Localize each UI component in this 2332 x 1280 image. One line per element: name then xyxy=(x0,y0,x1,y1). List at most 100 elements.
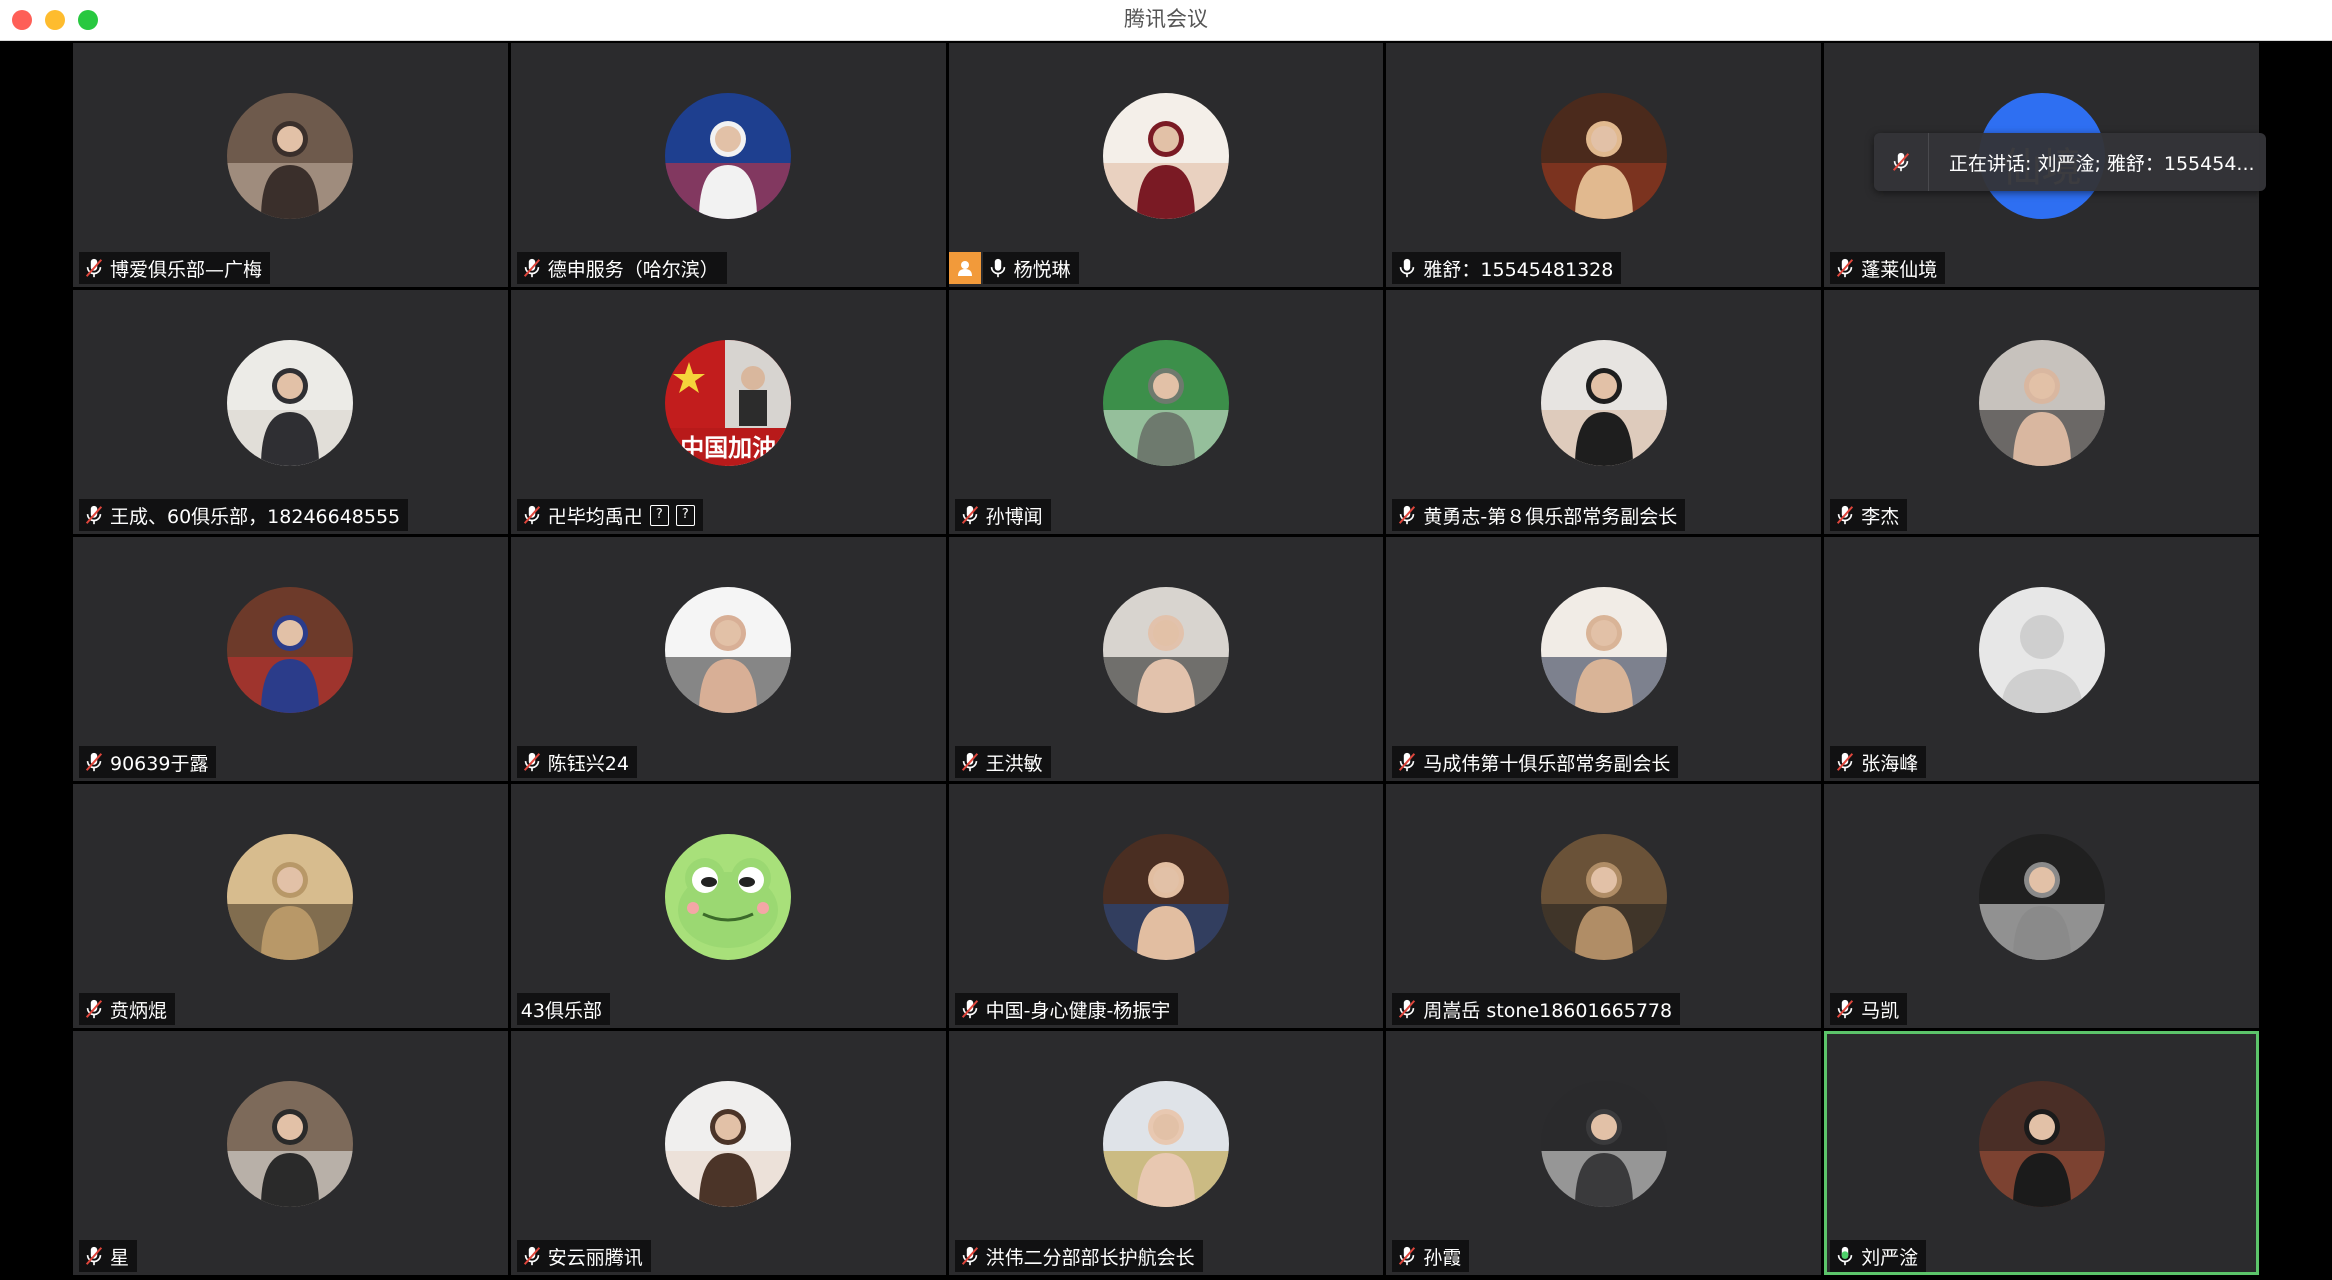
participant-tile[interactable]: 中国加油卍毕均禹卍?? xyxy=(510,290,946,534)
participant-label: 洪伟二分部部长护航会长 xyxy=(954,1240,1203,1272)
participant-avatar xyxy=(1102,834,1229,960)
participant-avatar xyxy=(227,587,354,713)
participant-avatar xyxy=(665,93,792,219)
participant-avatar xyxy=(227,834,354,960)
participant-avatar xyxy=(1102,587,1229,713)
participant-tile[interactable]: 博爱俱乐部—广梅 xyxy=(73,43,508,287)
participant-tile[interactable]: 孙博闻 xyxy=(948,290,1384,534)
participant-tile[interactable]: 杨悦琳 xyxy=(948,43,1384,287)
avatar-text: 中国加油 xyxy=(680,434,777,462)
participant-name: 孙霞 xyxy=(1423,1246,1462,1269)
participant-label: 德申服务（哈尔滨） xyxy=(516,252,727,284)
participant-tile[interactable]: 王洪敏 xyxy=(948,537,1384,781)
participant-tile[interactable]: 德申服务（哈尔滨） xyxy=(510,43,946,287)
participant-label: 贲炳焜 xyxy=(79,993,176,1025)
participant-avatar xyxy=(665,587,792,713)
mic-muted-icon xyxy=(521,257,543,279)
meeting-window: 腾讯会议 博爱俱乐部—广梅德申服务（哈尔滨）杨悦琳雅舒：15545481328仙… xyxy=(0,0,2332,1280)
mic-muted-icon xyxy=(1834,504,1856,526)
participant-name: 马成伟第十俱乐部常务副会长 xyxy=(1423,752,1671,775)
mic-on-icon xyxy=(987,257,1009,279)
participant-label: 马凯 xyxy=(1830,993,1908,1025)
mic-muted-icon xyxy=(1834,257,1856,279)
participant-name: 周嵩岳 stone18601665778 xyxy=(1423,999,1673,1022)
participant-tile[interactable]: 黄勇志-第８俱乐部常务副会长 xyxy=(1386,290,1822,534)
participant-name: 陈钰兴24 xyxy=(547,752,629,775)
participant-tile[interactable]: 雅舒：15545481328 xyxy=(1386,43,1822,287)
mic-muted-icon xyxy=(959,751,981,773)
participant-name: 中国-身心健康-杨振宇 xyxy=(985,999,1171,1022)
mic-on-icon xyxy=(1396,257,1418,279)
mic-muted-icon xyxy=(959,998,981,1020)
participant-name: 马凯 xyxy=(1861,999,1900,1022)
mic-muted-icon xyxy=(83,751,105,773)
participant-name: 李杰 xyxy=(1861,505,1900,528)
window-title: 腾讯会议 xyxy=(1124,7,1208,31)
participant-name: 张海峰 xyxy=(1861,752,1919,775)
mic-muted-icon xyxy=(1834,998,1856,1020)
participant-tile[interactable]: 洪伟二分部部长护航会长 xyxy=(948,1031,1384,1275)
mic-muted-icon xyxy=(959,504,981,526)
participant-tile[interactable]: 安云丽腾讯 xyxy=(510,1031,946,1275)
participant-tile[interactable]: 中国-身心健康-杨振宇 xyxy=(948,784,1384,1028)
participant-name: 黄勇志-第８俱乐部常务副会长 xyxy=(1423,505,1678,528)
participant-label: 张海峰 xyxy=(1830,746,1927,778)
participant-label: 陈钰兴24 xyxy=(516,746,637,778)
participant-label: 卍毕均禹卍?? xyxy=(516,499,703,531)
speaking-indicator: 正在讲话: 刘严淦; 雅舒：155454... xyxy=(1874,133,2266,191)
participant-name: 星 xyxy=(110,1246,130,1269)
participant-tile[interactable]: 星 xyxy=(73,1031,508,1275)
screen-share-icon xyxy=(948,252,981,284)
participant-name: 刘严淦 xyxy=(1861,1246,1919,1269)
participant-label: 周嵩岳 stone18601665778 xyxy=(1392,993,1681,1025)
participant-label: 90639于露 xyxy=(79,746,217,778)
participant-tile[interactable]: 周嵩岳 stone18601665778 xyxy=(1386,784,1822,1028)
participant-avatar xyxy=(1540,340,1667,466)
participant-tile[interactable]: 贲炳焜 xyxy=(73,784,508,1028)
participant-name: 洪伟二分部部长护航会长 xyxy=(985,1246,1195,1269)
participant-avatar xyxy=(1978,834,2105,960)
mic-muted-icon xyxy=(521,751,543,773)
participant-tile[interactable]: 李杰 xyxy=(1824,290,2259,534)
participant-name: 博爱俱乐部—广梅 xyxy=(110,258,263,281)
participant-tile[interactable]: 马凯 xyxy=(1824,784,2259,1028)
participant-avatar xyxy=(1540,93,1667,219)
participant-tile[interactable]: 王成、60俱乐部，18246648555 xyxy=(73,290,508,534)
participant-label: 星 xyxy=(79,1240,138,1272)
title-bar: 腾讯会议 xyxy=(0,0,2332,41)
participant-tile[interactable]: 陈钰兴24 xyxy=(510,537,946,781)
mic-muted-icon xyxy=(1874,133,1929,191)
mic-muted-icon xyxy=(521,1245,543,1267)
participant-label: 雅舒：15545481328 xyxy=(1392,252,1622,284)
participant-avatar xyxy=(1978,1081,2105,1207)
participant-name: 孙博闻 xyxy=(985,505,1043,528)
participant-label: 刘严淦 xyxy=(1830,1240,1927,1272)
participant-label: 蓬莱仙境 xyxy=(1830,252,1946,284)
participant-name: 安云丽腾讯 xyxy=(547,1246,643,1269)
participant-tile[interactable]: 孙霞 xyxy=(1386,1031,1822,1275)
participant-name: 43俱乐部 xyxy=(520,999,602,1022)
participant-tile[interactable]: 90639于露 xyxy=(73,537,508,781)
participant-avatar xyxy=(665,1081,792,1207)
mic-muted-icon xyxy=(1396,751,1418,773)
participant-tile[interactable]: 43俱乐部 xyxy=(510,784,946,1028)
participant-avatar xyxy=(1978,587,2105,713)
mic-muted-icon xyxy=(83,504,105,526)
participant-name: 卍毕均禹卍 xyxy=(547,505,643,528)
participant-tile[interactable]: 马成伟第十俱乐部常务副会长 xyxy=(1386,537,1822,781)
participant-name: 杨悦琳 xyxy=(1013,258,1071,281)
mic-muted-icon xyxy=(1834,751,1856,773)
participant-grid: 博爱俱乐部—广梅德申服务（哈尔滨）杨悦琳雅舒：15545481328仙境蓬莱仙境… xyxy=(73,43,2259,1275)
participant-avatar: 中国加油 xyxy=(665,340,792,466)
participant-name: 贲炳焜 xyxy=(110,999,168,1022)
participant-avatar xyxy=(1540,834,1667,960)
participant-tile[interactable]: 刘严淦 xyxy=(1824,1031,2259,1275)
participant-label: 中国-身心健康-杨振宇 xyxy=(954,993,1179,1025)
participant-avatar xyxy=(1102,93,1229,219)
mic-muted-icon xyxy=(1396,504,1418,526)
mic-muted-icon xyxy=(1396,998,1418,1020)
participant-label: 黄勇志-第８俱乐部常务副会长 xyxy=(1392,499,1686,531)
participant-tile[interactable]: 张海峰 xyxy=(1824,537,2259,781)
participant-name: 王洪敏 xyxy=(985,752,1043,775)
participant-label: 王洪敏 xyxy=(954,746,1051,778)
